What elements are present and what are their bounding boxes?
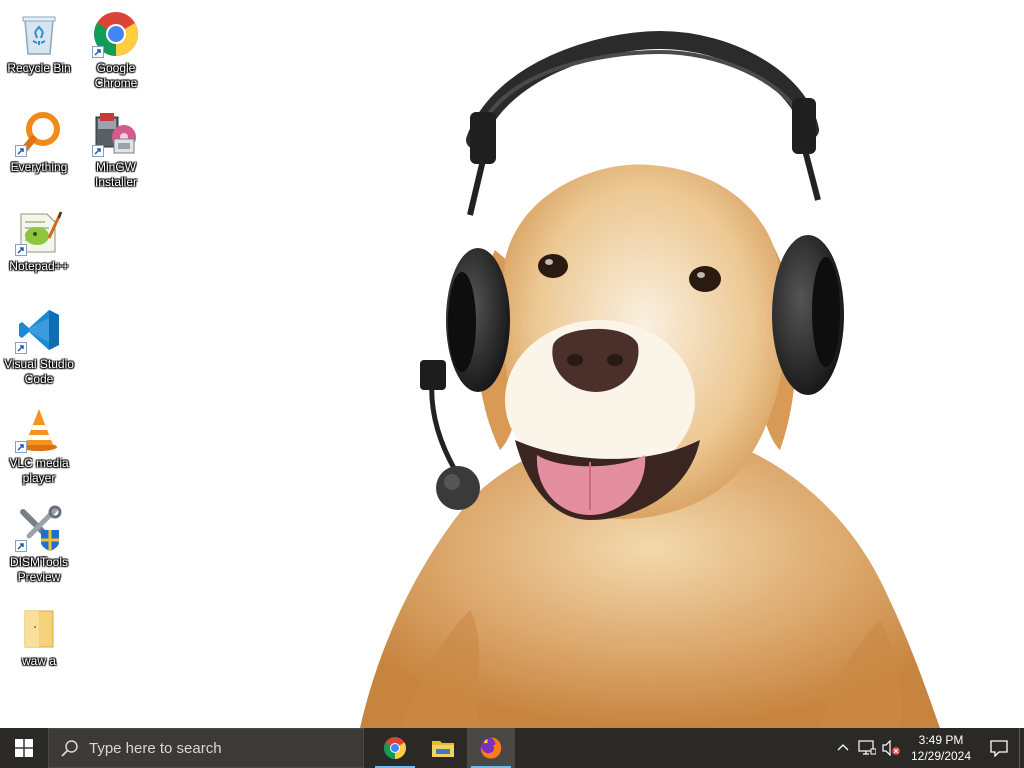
desktop-icon-everything[interactable]: Everything xyxy=(1,105,77,201)
network-status[interactable] xyxy=(855,728,879,768)
taskbar: Type here to search 3:49 PM 12/29/2024 xyxy=(0,728,1024,768)
volume-muted-icon xyxy=(882,740,900,756)
clock-time: 3:49 PM xyxy=(918,733,964,747)
search-placeholder: Type here to search xyxy=(89,739,222,757)
desktop-icon-label: VLC media player xyxy=(9,456,69,485)
desktop-icon-notepad-plus-plus[interactable]: Notepad++ xyxy=(1,204,77,300)
desktop-icon-mingw-installer[interactable]: MinGW Installer xyxy=(78,105,154,201)
shortcut-arrow-icon xyxy=(15,441,27,453)
folder-icon xyxy=(24,610,54,648)
search-icon xyxy=(61,740,78,757)
taskbar-app-file-explorer[interactable] xyxy=(419,728,467,768)
windows-logo-icon xyxy=(15,739,33,757)
shortcut-arrow-icon xyxy=(92,46,104,58)
firefox-icon xyxy=(480,737,502,759)
desktop-icon-label: waw a xyxy=(21,654,56,668)
shortcut-arrow-icon xyxy=(15,244,27,256)
taskbar-app-chrome[interactable] xyxy=(371,728,419,768)
network-icon xyxy=(858,740,876,755)
shortcut-arrow-icon xyxy=(15,540,27,552)
desktop-icon-dismtools[interactable]: DISMTools Preview xyxy=(1,500,77,596)
taskbar-search-box[interactable]: Type here to search xyxy=(48,728,364,768)
desktop-icon-label: Recycle Bin xyxy=(7,61,71,75)
clock-date: 12/29/2024 xyxy=(910,749,972,763)
taskbar-clock[interactable]: 3:49 PM 12/29/2024 xyxy=(903,728,979,768)
chevron-up-icon xyxy=(837,744,849,751)
desktop-icon-recycle-bin[interactable]: Recycle Bin xyxy=(1,6,77,102)
desktop-icon-label: MinGW Installer xyxy=(94,160,138,189)
file-explorer-icon xyxy=(432,741,454,757)
shortcut-arrow-icon xyxy=(15,342,27,354)
desktop-icon-vlc[interactable]: VLC media player xyxy=(1,401,77,497)
taskbar-app-firefox[interactable] xyxy=(467,728,515,768)
desktop-icon-folder-waw-a[interactable]: waw a xyxy=(1,599,77,695)
desktop-icon-label: Notepad++ xyxy=(9,259,69,273)
recycle-bin-icon xyxy=(22,16,56,55)
desktop-icon-google-chrome[interactable]: Google Chrome xyxy=(78,6,154,102)
desktop-icon-label: Google Chrome xyxy=(94,61,138,90)
desktop-icon-label: Visual Studio Code xyxy=(4,357,74,386)
desktop[interactable]: Recycle Bin Google Chrome Everything Min… xyxy=(0,0,1024,728)
shortcut-arrow-icon xyxy=(15,145,27,157)
show-hidden-icons-button[interactable] xyxy=(831,728,855,768)
volume-control[interactable] xyxy=(879,728,903,768)
desktop-icon-vscode[interactable]: Visual Studio Code xyxy=(1,302,77,398)
notification-icon xyxy=(990,740,1008,757)
chrome-icon xyxy=(384,737,406,759)
system-tray: 3:49 PM 12/29/2024 xyxy=(831,728,1024,768)
desktop-icon-label: Everything xyxy=(10,160,68,174)
desktop-icon-label: DISMTools Preview xyxy=(9,555,68,584)
action-center-button[interactable] xyxy=(979,728,1019,768)
start-button[interactable] xyxy=(0,728,48,768)
show-desktop-button[interactable] xyxy=(1019,728,1024,768)
shortcut-arrow-icon xyxy=(92,145,104,157)
